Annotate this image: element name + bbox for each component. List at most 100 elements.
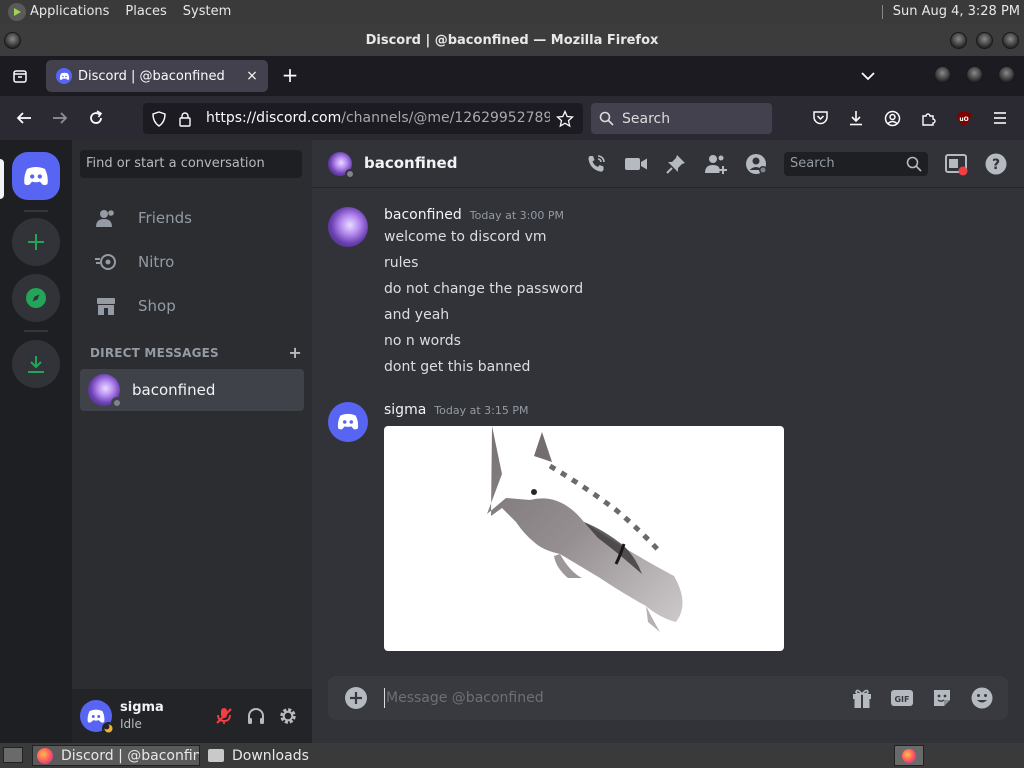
upload-attachment-icon[interactable]	[344, 686, 368, 710]
sidebar-item-shop[interactable]: Shop	[80, 285, 304, 327]
account-icon[interactable]	[880, 106, 904, 130]
message-text: rules	[384, 255, 419, 271]
message-author[interactable]: baconfined	[384, 207, 462, 223]
system-menu[interactable]: System	[175, 0, 239, 24]
add-friends-to-dm-icon[interactable]	[704, 152, 728, 176]
extensions-icon[interactable]	[916, 106, 940, 130]
maximize-icon[interactable]	[976, 32, 993, 49]
minimize-icon[interactable]	[950, 32, 967, 49]
forward-icon[interactable]	[48, 106, 72, 130]
pinned-messages-icon[interactable]	[664, 152, 688, 176]
dm-sidebar: Find or start a conversation Friends Nit…	[72, 140, 312, 743]
sidebar-item-label: Shop	[138, 297, 176, 315]
search-bar-placeholder: Search	[622, 110, 671, 127]
lock-icon[interactable]	[173, 107, 197, 131]
show-desktop-icon[interactable]	[3, 747, 23, 763]
direct-messages-home-button[interactable]	[12, 152, 60, 200]
clock[interactable]: Sun Aug 4, 3:28 PM	[881, 0, 1020, 24]
search-bar[interactable]: Search	[591, 103, 772, 134]
dm-item-label: baconfined	[132, 381, 216, 399]
dm-item-baconfined[interactable]: baconfined	[80, 369, 304, 411]
tab-strip-decoration-icon	[966, 66, 983, 83]
direct-messages-header-label: DIRECT MESSAGES	[90, 346, 219, 360]
self-username[interactable]: sigma	[120, 700, 164, 715]
download-apps-button[interactable]	[12, 340, 60, 388]
discord-logo-icon	[87, 709, 105, 723]
chat-search-input[interactable]: Search	[784, 152, 928, 176]
gif-icon[interactable]: GIF	[890, 686, 914, 710]
headphones-icon[interactable]	[244, 704, 268, 728]
url-path: /channels/@me/12629952789910	[341, 110, 550, 126]
user-panel: sigma Idle	[72, 689, 312, 743]
applications-logo-icon[interactable]	[8, 3, 26, 21]
tracking-protection-shield-icon[interactable]	[147, 107, 171, 131]
url-text[interactable]: https://discord.com/channels/@me/1262995…	[206, 103, 550, 134]
taskbar-item-downloads[interactable]: Downloads	[204, 745, 364, 766]
workspace-switcher[interactable]	[894, 745, 924, 766]
avatar[interactable]	[328, 207, 368, 247]
avatar[interactable]	[328, 402, 368, 442]
start-voice-call-icon[interactable]	[584, 152, 608, 176]
fish-image-attachment[interactable]	[384, 426, 784, 651]
tab-strip: Discord | @baconfined × +	[0, 56, 1024, 96]
message-text: and yeah	[384, 307, 450, 323]
new-tab-button[interactable]: +	[278, 64, 302, 88]
sidebar-item-friends[interactable]: Friends	[80, 197, 304, 239]
svg-text:uO: uO	[959, 116, 968, 123]
taskbar-item-firefox[interactable]: Discord | @baconfin…	[32, 745, 200, 766]
sidebar-item-label: Nitro	[138, 253, 175, 271]
downloads-icon[interactable]	[844, 106, 868, 130]
tab-discord[interactable]: Discord | @baconfined ×	[46, 60, 268, 92]
firefox-view-icon[interactable]	[0, 56, 40, 96]
ublock-origin-icon[interactable]: uO	[952, 106, 976, 130]
offline-status-icon	[111, 397, 123, 409]
server-list-separator	[24, 210, 48, 212]
url-host: https://discord.com	[206, 110, 342, 126]
find-conversation-input[interactable]: Find or start a conversation	[80, 150, 302, 178]
home-selected-indicator	[0, 159, 4, 199]
sidebar-item-label: Friends	[138, 209, 192, 227]
message-input[interactable]: Message @baconfined	[384, 688, 544, 708]
offline-status-icon	[345, 169, 355, 179]
chat-search-placeholder: Search	[790, 156, 835, 171]
sidebar-item-nitro[interactable]: Nitro	[80, 241, 304, 283]
taskbar-item-label: Discord | @baconfin…	[61, 747, 199, 764]
create-dm-button[interactable]: +	[288, 343, 302, 362]
list-all-tabs-icon[interactable]	[856, 66, 880, 86]
self-avatar[interactable]	[80, 700, 115, 735]
back-icon[interactable]	[12, 106, 36, 130]
window-menu-icon[interactable]	[4, 32, 21, 49]
inbox-icon[interactable]	[944, 152, 968, 176]
window-titlebar[interactable]: Discord | @baconfined — Mozilla Firefox	[0, 24, 1024, 56]
mute-microphone-icon[interactable]	[212, 704, 236, 728]
user-profile-icon[interactable]	[744, 152, 768, 176]
navigation-toolbar: https://discord.com/channels/@me/1262995…	[0, 96, 1024, 140]
shop-icon	[90, 290, 122, 322]
bookmark-star-icon[interactable]	[553, 107, 577, 131]
explore-servers-button[interactable]	[12, 274, 60, 322]
taskbar-item-label: Downloads	[232, 747, 309, 764]
reload-icon[interactable]	[84, 106, 108, 130]
message-text: dont get this banned	[384, 359, 531, 375]
pocket-icon[interactable]	[808, 106, 832, 130]
message-author[interactable]: sigma	[384, 402, 426, 418]
close-window-icon[interactable]	[1002, 32, 1019, 49]
panel-separator	[881, 5, 883, 19]
bottom-taskbar: Discord | @baconfin… Downloads	[0, 743, 1024, 768]
places-menu[interactable]: Places	[117, 0, 174, 24]
sticker-icon[interactable]	[930, 686, 954, 710]
app-menu-hamburger-icon[interactable]	[988, 106, 1012, 130]
gift-icon[interactable]	[850, 686, 874, 710]
add-server-button[interactable]	[12, 218, 60, 266]
message-timestamp: Today at 3:00 PM	[469, 209, 564, 222]
chat-title[interactable]: baconfined	[364, 154, 457, 172]
settings-gear-icon[interactable]	[276, 704, 300, 728]
message-header: baconfined Today at 3:00 PM	[384, 207, 564, 223]
url-bar[interactable]: https://discord.com/channels/@me/1262995…	[143, 103, 583, 134]
emoji-icon[interactable]	[970, 686, 994, 710]
start-video-call-icon[interactable]	[624, 152, 648, 176]
chat-header: baconfined Search ?	[312, 140, 1024, 188]
applications-menu[interactable]: Applications	[26, 0, 117, 24]
tab-close-icon[interactable]: ×	[244, 68, 260, 84]
help-icon[interactable]: ?	[984, 152, 1008, 176]
